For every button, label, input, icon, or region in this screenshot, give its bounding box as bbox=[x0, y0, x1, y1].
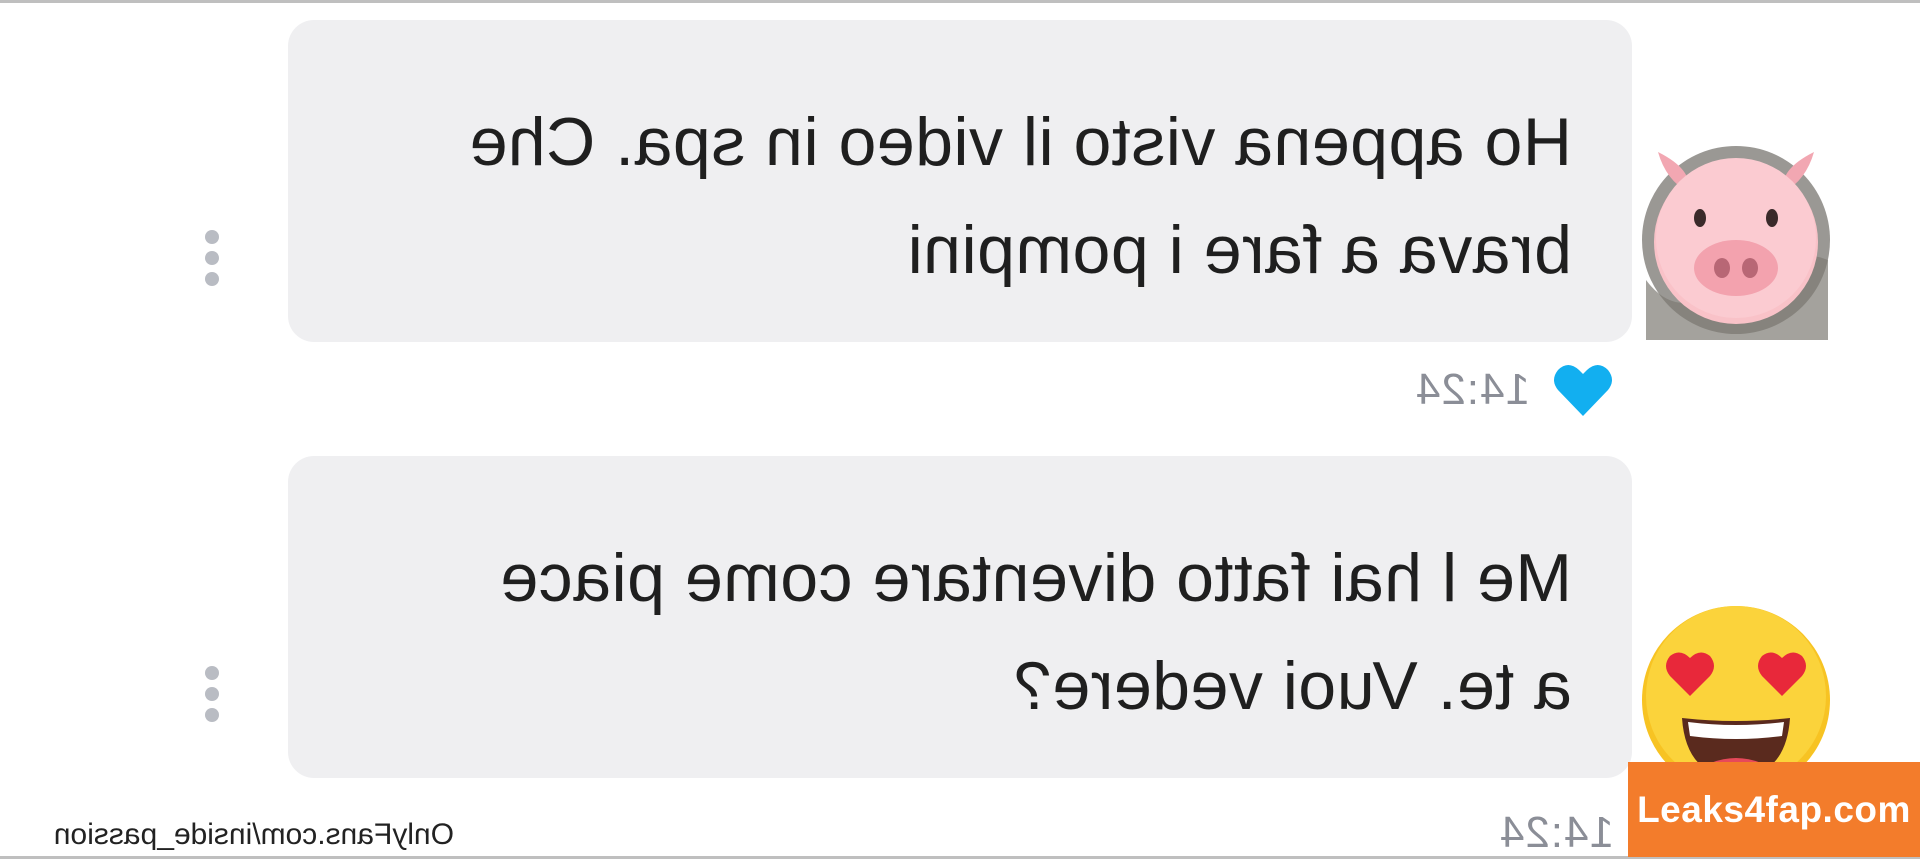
more-dot-icon bbox=[205, 251, 219, 265]
chat-view: Ho appena visto il video in spa. Che bra… bbox=[0, 0, 1920, 859]
source-watermark: OnlyFans.com/inside_passion bbox=[53, 818, 454, 851]
liked-heart-icon[interactable] bbox=[1552, 362, 1614, 418]
more-dot-icon bbox=[205, 230, 219, 244]
message-text: brava a fare i pompini bbox=[907, 212, 1572, 288]
more-dot-icon bbox=[205, 666, 219, 680]
top-divider bbox=[0, 0, 1920, 3]
brand-watermark-text: Leaks4fap.com bbox=[1637, 788, 1911, 830]
message-bubble[interactable]: Me l hai fatto diventare come piace a te… bbox=[288, 456, 1632, 778]
more-options-button[interactable] bbox=[204, 230, 220, 286]
message-text: Ho appena visto il video in spa. Che bbox=[469, 104, 1572, 180]
message-text: a te. Vuoi vedere? bbox=[1013, 648, 1572, 724]
pig-face-icon bbox=[1642, 146, 1830, 340]
more-dot-icon bbox=[205, 708, 219, 722]
message-meta: 14:24 bbox=[1499, 808, 1614, 858]
sender-avatar[interactable] bbox=[1636, 140, 1836, 340]
brand-watermark-badge: Leaks4fap.com bbox=[1628, 762, 1920, 857]
message-time: 14:24 bbox=[1414, 365, 1530, 414]
more-dot-icon bbox=[205, 272, 219, 286]
message-time: 14:24 bbox=[1498, 808, 1614, 857]
message-meta: 14:24 bbox=[1415, 362, 1614, 418]
message-text: Me l hai fatto diventare come piace bbox=[499, 540, 1572, 616]
more-options-button[interactable] bbox=[204, 666, 220, 722]
more-dot-icon bbox=[205, 687, 219, 701]
message-bubble[interactable]: Ho appena visto il video in spa. Che bra… bbox=[288, 20, 1632, 342]
